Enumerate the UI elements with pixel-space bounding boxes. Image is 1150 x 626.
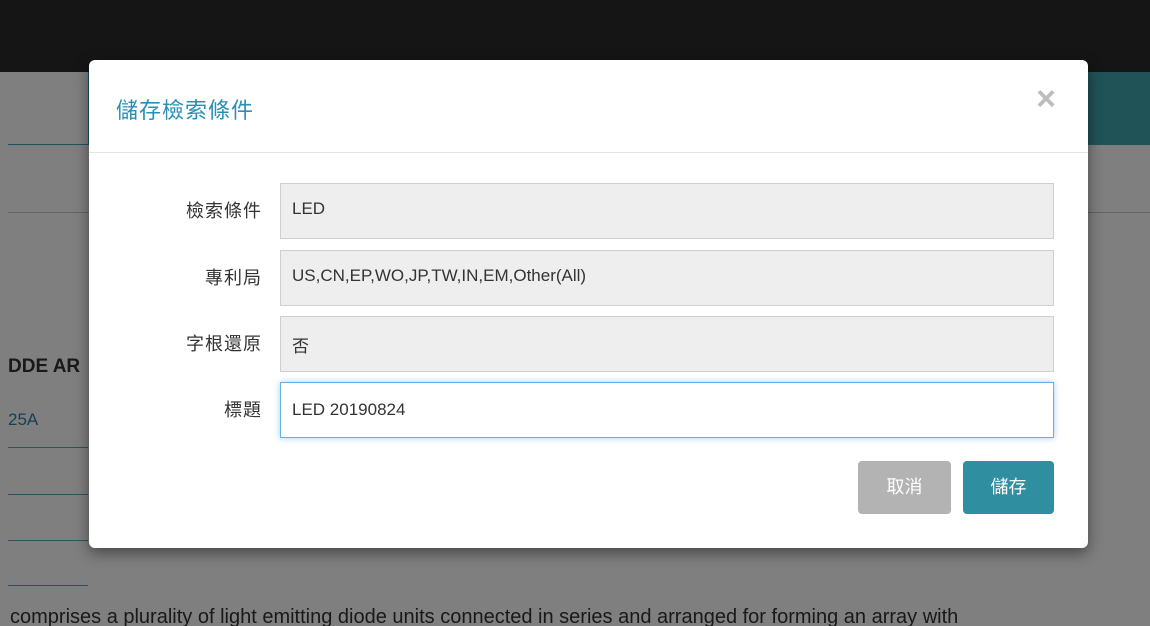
offices-label: 專利局: [205, 268, 262, 288]
query-field: LED: [280, 183, 1054, 239]
query-label: 檢索條件: [186, 201, 262, 221]
query-row: 檢索條件 LED: [89, 183, 1088, 239]
save-search-dialog: 儲存檢索條件 × 檢索條件 LED 專利局 US,CN,EP,WO,JP,TW,…: [89, 60, 1088, 548]
save-button[interactable]: 儲存: [963, 461, 1054, 514]
title-row: 標題: [89, 382, 1088, 438]
offices-row: 專利局 US,CN,EP,WO,JP,TW,IN,EM,Other(All): [89, 250, 1088, 306]
close-icon[interactable]: ×: [1036, 82, 1056, 116]
dialog-title: 儲存檢索條件: [116, 98, 255, 123]
stemming-field: 否: [280, 316, 1054, 372]
title-input[interactable]: [280, 382, 1054, 438]
offices-field: US,CN,EP,WO,JP,TW,IN,EM,Other(All): [280, 250, 1054, 306]
stemming-label: 字根還原: [186, 334, 262, 354]
cancel-button[interactable]: 取消: [858, 461, 951, 514]
dialog-header: 儲存檢索條件 ×: [89, 60, 1088, 153]
stemming-row: 字根還原 否: [89, 316, 1088, 372]
title-label: 標題: [224, 400, 262, 420]
